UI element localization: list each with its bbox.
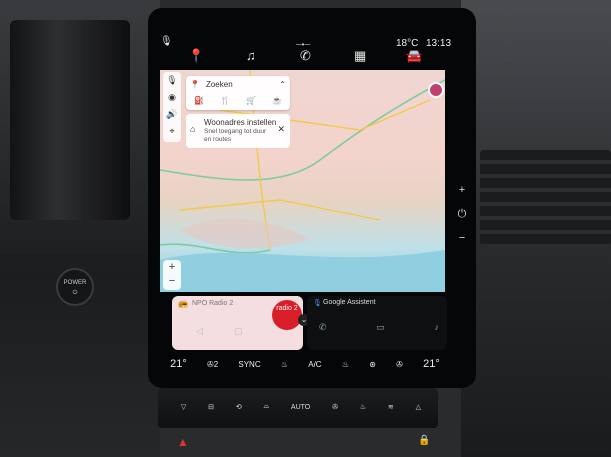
home-address-card[interactable]: ⌂ Woonadres instellen Snel toegang tot d… [186, 114, 290, 148]
message-icon[interactable]: ▭ [376, 322, 385, 333]
fan-right-icon[interactable]: ✇ [396, 360, 403, 369]
recirculate-icon[interactable]: ⟲ [236, 403, 242, 411]
search-card: 📍 Zoeken ⌃ ⛽ 🍴 🛒 ☕ [186, 76, 290, 110]
search-row[interactable]: 📍 Zoeken ⌃ [186, 76, 290, 92]
coffee-icon[interactable]: ☕ [272, 96, 282, 105]
seat-heat-right-icon[interactable]: ♨ [342, 360, 349, 369]
home-icon: ⌂ [190, 124, 196, 134]
defrost-icon[interactable]: ≋ [388, 403, 394, 411]
fuel-icon[interactable]: ⛽ [194, 96, 204, 105]
assistant-widget[interactable]: 🎙 Google Assistent ✆ ▭ ♪ [307, 296, 447, 350]
assistant-label: Google Assistent [323, 299, 376, 306]
temp-down-icon[interactable]: ▽ [181, 403, 186, 411]
power-button[interactable]: POWER ⏻ [56, 268, 94, 306]
car-icon[interactable]: 🚘 [406, 48, 422, 64]
zoom-control: + − [163, 260, 181, 290]
apps-icon[interactable]: ▦ [354, 48, 366, 64]
zoom-in-button[interactable]: + [163, 260, 181, 274]
clock: 13:13 [426, 38, 452, 49]
radio-logo-text: radio 2 [276, 305, 298, 312]
chevron-up-icon[interactable]: ⌃ [279, 80, 286, 89]
radio-2-logo: radio 2 [272, 300, 302, 330]
air-vent-right [480, 150, 611, 245]
sync-button[interactable]: SYNC [238, 360, 260, 369]
map-side-toolbar: 🎙 ◉ 🔊 ⌖ [163, 72, 181, 142]
driver-temperature[interactable]: 21° [170, 358, 187, 370]
passenger-temperature[interactable]: 21° [423, 358, 440, 370]
music-icon[interactable]: ♫ [246, 48, 256, 63]
close-icon[interactable]: ✕ [277, 124, 285, 135]
mic-icon[interactable]: 🎙 [163, 72, 181, 89]
fan-panel-icon[interactable]: ✇ [332, 403, 338, 411]
zoom-out-button[interactable]: − [163, 274, 181, 288]
home-title: Woonadres instellen [204, 118, 277, 127]
home-subtitle: Snel toegang tot duur en routes [204, 128, 267, 143]
rear-defrost-icon[interactable]: ⊟ [208, 403, 214, 411]
assistant-mic-icon: 🎙 [313, 300, 322, 307]
fan-icon: ✇ [206, 359, 214, 369]
profile-avatar[interactable] [428, 82, 444, 98]
volume-controls: + ⏻ − [456, 178, 468, 250]
phone-icon[interactable]: ✆ [319, 322, 327, 333]
climate-bar: 21° ✇2 SYNC ♨ A/C ♨ ⊛ ✇ 21° [160, 352, 450, 376]
previous-icon[interactable]: ◁ [196, 326, 203, 337]
climate-panel-buttons: ▽ ⊟ ⟲ ⌓ AUTO ✇ ♨ ≋ △ [170, 396, 432, 418]
lock-icon[interactable]: 🔒 [418, 435, 430, 447]
music-note-icon[interactable]: ♪ [435, 322, 440, 333]
power-label: POWER [63, 280, 87, 286]
steering-heat-icon[interactable]: ⊛ [369, 360, 376, 369]
fan-level: 2 [213, 359, 219, 369]
power-icon: ⏻ [72, 290, 78, 296]
temp-up-icon[interactable]: △ [416, 403, 421, 411]
power-icon[interactable]: ⏻ [456, 202, 468, 226]
air-vent-left [10, 20, 130, 220]
seat-heat-icon[interactable]: ♨ [281, 360, 288, 369]
status-mic-icon: 🎙 [160, 36, 173, 47]
layers-icon[interactable]: ◉ [163, 89, 181, 106]
ac-button[interactable]: A/C [308, 360, 321, 369]
radio-station-label: NPO Radio 2 [192, 300, 234, 307]
shortcut-row: ⛽ 🍴 🛒 ☕ [186, 92, 290, 108]
radio-icon: 📻 [178, 299, 188, 308]
volume-icon[interactable]: 🔊 [163, 106, 181, 123]
assistant-shortcuts: ✆ ▭ ♪ [319, 322, 439, 333]
volume-up-button[interactable]: + [456, 178, 468, 202]
maps-pin-icon: 📍 [190, 79, 200, 89]
fan-speed[interactable]: ✇2 [207, 360, 218, 369]
windshield-icon[interactable]: ⌓ [264, 403, 270, 411]
restaurant-icon[interactable]: 🍴 [220, 96, 230, 105]
search-label: Zoeken [205, 79, 233, 89]
volume-down-button[interactable]: − [456, 226, 468, 250]
seat-icon[interactable]: ♨ [360, 403, 366, 411]
phone-icon[interactable]: ✆ [300, 48, 311, 64]
auto-button[interactable]: AUTO [291, 404, 310, 411]
stop-icon[interactable]: ▢ [234, 326, 243, 337]
compass-icon[interactable]: ⌖ [163, 123, 181, 140]
navigation-icon[interactable]: 📍 [188, 48, 204, 64]
hazard-icon[interactable]: ▲ [176, 435, 190, 449]
shopping-icon[interactable]: 🛒 [246, 96, 256, 105]
